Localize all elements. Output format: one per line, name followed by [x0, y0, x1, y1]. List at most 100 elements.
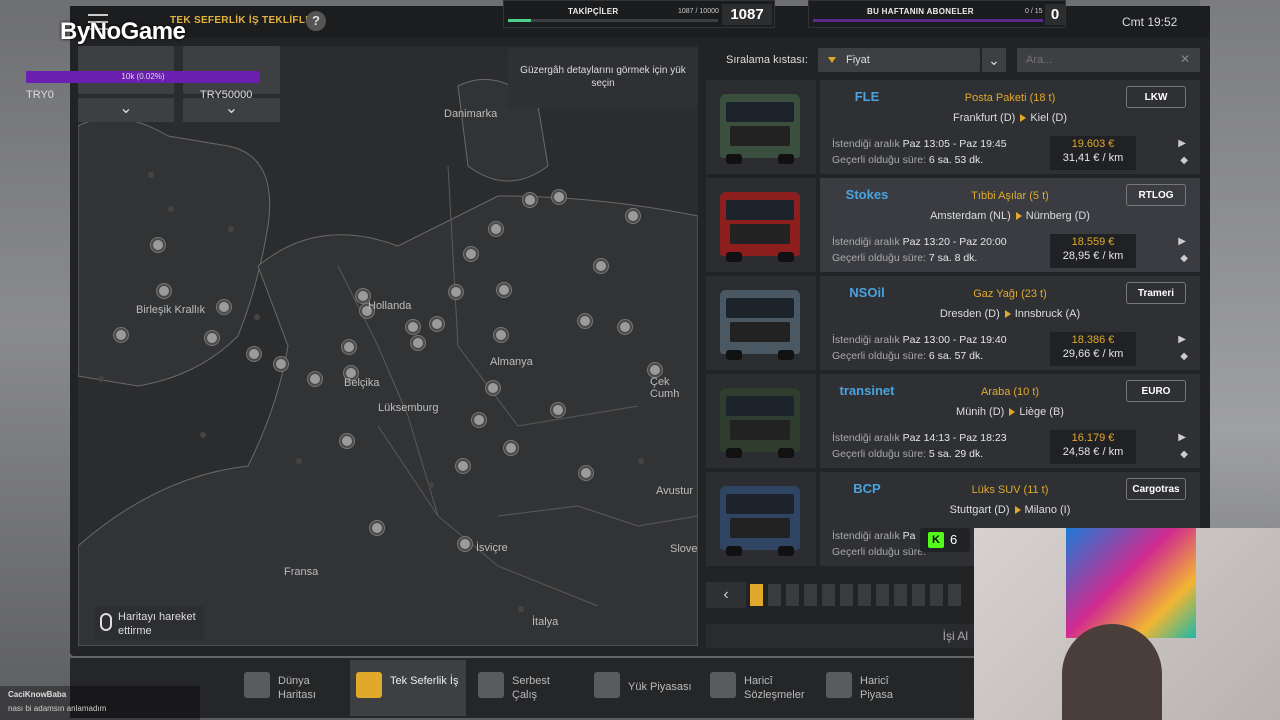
pager-page[interactable] — [930, 584, 943, 606]
time-window-label: İstendiği aralık — [832, 236, 900, 248]
payment-box: 19.603 € 31,41 € / km — [1050, 136, 1136, 170]
map-city[interactable] — [648, 363, 662, 377]
europe-map[interactable]: Danimarka Birleşik Krallık Hollanda Alma… — [78, 46, 698, 646]
map-city[interactable] — [114, 328, 128, 342]
cargo-name: Tıbbi Aşılar (5 t) — [971, 190, 1049, 202]
pager-page[interactable] — [894, 584, 907, 606]
map-city[interactable] — [247, 347, 261, 361]
pager-prev-button[interactable]: ‹ — [706, 582, 746, 608]
map-city[interactable] — [411, 336, 425, 350]
chevron-down-icon[interactable]: ⌄ — [183, 98, 280, 122]
route-from: Amsterdam (NL) — [930, 210, 1011, 222]
map-town — [428, 482, 434, 488]
map-city[interactable] — [151, 238, 165, 252]
pager-page[interactable] — [912, 584, 925, 606]
payment-per-km: 31,41 € / km — [1062, 152, 1124, 164]
time-window-label: İstendiği aralık — [832, 432, 900, 444]
close-icon[interactable]: ✕ — [1180, 52, 1190, 66]
map-city[interactable] — [464, 247, 478, 261]
map-city[interactable] — [449, 285, 463, 299]
pager-page[interactable] — [876, 584, 889, 606]
map-city[interactable] — [370, 521, 384, 535]
map-city[interactable] — [626, 209, 640, 223]
nav-freelance[interactable]: Serbest Çalış — [472, 660, 582, 716]
map-city[interactable] — [579, 466, 593, 480]
route-to: Nürnberg (D) — [1025, 210, 1090, 222]
map-city[interactable] — [472, 413, 486, 427]
route: Frankfurt (D) Kiel (D) — [820, 112, 1200, 124]
pager-page[interactable] — [822, 584, 835, 606]
help-icon[interactable]: ? — [306, 11, 326, 31]
vehicle-selector-right[interactable] — [183, 46, 280, 94]
nav-cargo-market[interactable]: Yük Piyasası — [588, 660, 700, 716]
nav-world-map[interactable]: Dünya Haritası — [238, 660, 348, 716]
pager-page[interactable] — [948, 584, 961, 606]
search-input[interactable] — [1017, 48, 1200, 72]
map-city[interactable] — [594, 259, 608, 273]
sort-select[interactable]: Fiyat — [818, 48, 980, 72]
pager-page[interactable] — [840, 584, 853, 606]
donation-goal-text: 10k (0.02%) — [121, 72, 165, 81]
clock-icon — [356, 672, 382, 698]
pager-page[interactable] — [858, 584, 871, 606]
map-city[interactable] — [578, 314, 592, 328]
cargo-name: Gaz Yağı (23 t) — [973, 288, 1047, 300]
map-city[interactable] — [308, 372, 322, 386]
pager-page[interactable] — [750, 584, 763, 606]
kick-viewer-badge: K6 — [920, 528, 970, 552]
route: Amsterdam (NL) Nürnberg (D) — [820, 210, 1200, 222]
followers-label: TAKİPÇİLER — [568, 7, 619, 16]
route-to: Milano (I) — [1024, 504, 1071, 516]
job-card[interactable]: NSOil Trameri Gaz Yağı (23 t) Dresden (D) In… — [706, 276, 1200, 370]
vehicle-selector-left[interactable] — [78, 46, 174, 94]
map-city[interactable] — [489, 222, 503, 236]
validity-value: 7 sa. 8 dk. — [928, 252, 978, 264]
map-city[interactable] — [157, 284, 171, 298]
map-town — [168, 206, 174, 212]
pager-page[interactable] — [768, 584, 781, 606]
nav-external-market[interactable]: Haricî Piyasa — [820, 660, 932, 716]
job-card[interactable]: Stokes RTLOG Tıbbi Aşılar (5 t) Amsterdam (… — [706, 178, 1200, 272]
chevron-down-icon[interactable]: ⌄ — [982, 48, 1006, 72]
validity-label: Geçerli olduğu süre: — [832, 252, 926, 264]
map-city[interactable] — [523, 193, 537, 207]
validity-label: Geçerli olduğu süre: — [832, 154, 926, 166]
map-city[interactable] — [494, 328, 508, 342]
map-city[interactable] — [205, 331, 219, 345]
map-city[interactable] — [406, 320, 420, 334]
map-city[interactable] — [340, 434, 354, 448]
move-map-hint: Haritayı hareket ettirme — [94, 606, 204, 640]
map-city[interactable] — [552, 190, 566, 204]
map-city[interactable] — [486, 381, 500, 395]
map-city[interactable] — [504, 441, 518, 455]
map-city[interactable] — [458, 537, 472, 551]
map-city[interactable] — [497, 283, 511, 297]
nav-one-time-job[interactable]: Tek Seferlik İş — [350, 660, 466, 716]
map-city[interactable] — [274, 357, 288, 371]
map-city[interactable] — [618, 320, 632, 334]
map-label: Belçika — [344, 377, 380, 389]
map-city[interactable] — [551, 403, 565, 417]
sort-label: Sıralama kıstası: — [726, 54, 808, 66]
validity-value: 6 sa. 57 dk. — [928, 350, 984, 362]
pager-page[interactable] — [804, 584, 817, 606]
followers-progress-bar — [508, 19, 718, 22]
job-card[interactable]: transinet EURO Araba (10 t) Münih (D) Liège … — [706, 374, 1200, 468]
pager-page[interactable] — [786, 584, 799, 606]
subs-progress-bar — [813, 19, 1043, 22]
route-to: Liège (B) — [1019, 406, 1064, 418]
nav-external-contracts[interactable]: Haricî Sözleşmeler — [704, 660, 816, 716]
map-city[interactable] — [342, 340, 356, 354]
chevron-down-icon[interactable]: ⌄ — [78, 98, 174, 122]
job-card[interactable]: FLE LKW Posta Paketi (18 t) Frankfurt (D) Ki… — [706, 80, 1200, 174]
wall-art — [1066, 528, 1196, 638]
map-city[interactable] — [217, 300, 231, 314]
donation-goal-bar: 10k (0.02%) — [26, 71, 260, 83]
take-job-button[interactable]: İşi Al — [706, 624, 976, 648]
payment-box: 16.179 € 24,58 € / km — [1050, 430, 1136, 464]
chat-username: CaciKnowBaba — [8, 690, 67, 699]
map-label: Slove — [670, 543, 698, 555]
map-city[interactable] — [456, 459, 470, 473]
map-city[interactable] — [430, 317, 444, 331]
game-clock: Cmt 19:52 — [1122, 15, 1178, 29]
